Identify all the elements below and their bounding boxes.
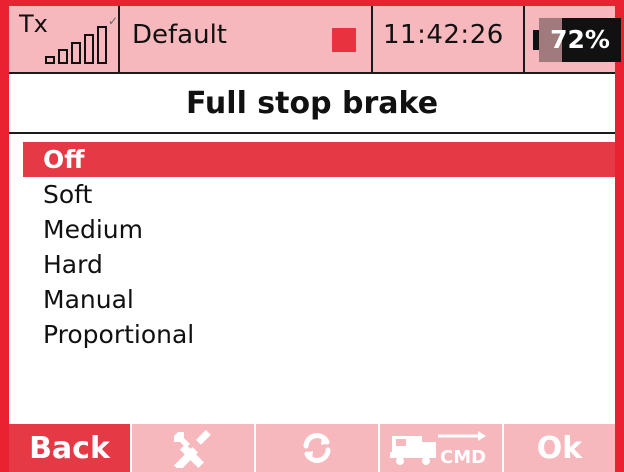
transmitter-signal-indicator: Tx ✓ — [9, 6, 120, 72]
time-display: 11:42:26 — [383, 20, 504, 50]
option-medium[interactable]: Medium — [23, 212, 615, 247]
command-button[interactable]: CMD — [380, 424, 504, 472]
status-bar: Tx ✓ Default 11:42:26 72% — [9, 6, 621, 74]
signal-bars-icon — [45, 20, 109, 64]
bottom-toolbar: Back CMD Ok — [9, 424, 615, 472]
option-proportional[interactable]: Proportional — [23, 317, 615, 352]
refresh-icon — [303, 433, 331, 463]
option-manual[interactable]: Manual — [23, 282, 615, 317]
ok-button[interactable]: Ok — [504, 424, 615, 472]
check-icon: ✓ — [108, 14, 119, 28]
vehicle-cmd-icon: CMD — [390, 431, 486, 468]
title-divider — [9, 132, 615, 134]
model-indicator: Default — [120, 6, 373, 72]
screen-frame: Tx ✓ Default 11:42:26 72% Full stop brak… — [0, 0, 624, 472]
tools-button[interactable] — [132, 424, 256, 472]
battery-percent: 72% — [550, 25, 610, 54]
battery-indicator: 72% — [525, 6, 621, 72]
cmd-label: CMD — [440, 447, 486, 468]
clock: 11:42:26 — [373, 6, 525, 72]
sync-button[interactable] — [256, 424, 380, 472]
option-hard[interactable]: Hard — [23, 247, 615, 282]
wrench-screwdriver-icon — [173, 429, 211, 468]
tx-label: Tx — [19, 10, 48, 38]
option-soft[interactable]: Soft — [23, 177, 615, 212]
option-off[interactable]: Off — [23, 142, 615, 177]
option-list: Off Soft Medium Hard Manual Proportional — [23, 142, 615, 352]
back-button[interactable]: Back — [9, 424, 132, 472]
page-title: Full stop brake — [185, 86, 439, 121]
model-name: Default — [132, 20, 227, 50]
record-indicator-icon — [332, 28, 356, 52]
